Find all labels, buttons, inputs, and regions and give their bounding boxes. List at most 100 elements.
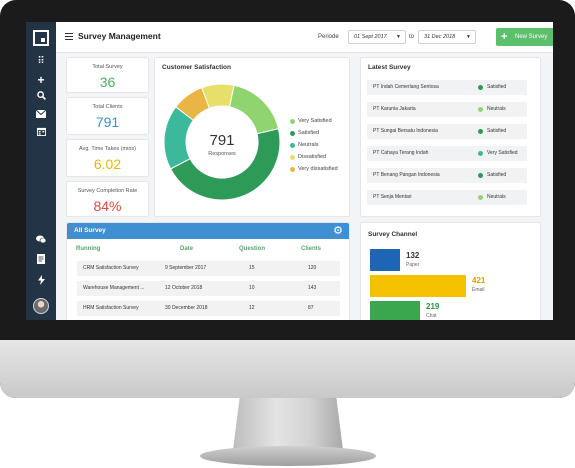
document-icon[interactable] [26,254,56,268]
survey-date: 9 September 2017 [165,265,207,271]
stat-card-total-clients: Total Clients 791 [66,97,149,135]
legend-label: Satisfied [298,130,320,136]
legend-dot [290,118,295,124]
mail-icon[interactable] [26,109,56,123]
channel-label: Paper [406,262,420,268]
stat-card-completion: Survey Completion Rate 84% [66,181,149,217]
company-name: PT Sungai Bersatu Indonesia [373,128,438,134]
survey-channel-card: Survey Channel 132 Paper 421 Email 219 C… [360,222,541,320]
latest-survey-row[interactable]: PT Senja Mentari Neutrals [367,190,527,205]
legend-label: Neutrals [298,142,319,148]
chevron-down-icon: ▼ [466,34,471,40]
donut-slice [228,84,280,135]
user-avatar[interactable] [33,298,49,314]
latest-survey-row[interactable]: PT Benang Pangan Indonesia Satisfied [367,168,527,183]
survey-name: HRM Satisfaction Survey [83,305,139,311]
channel-bar-email [370,275,466,297]
periode-label: Periode [318,34,339,40]
sidebar: ⠿ + [26,22,56,320]
app-logo-icon[interactable] [33,30,49,46]
new-survey-label: New Survey [515,34,548,40]
date-to-select[interactable]: 31 Dec 2018 ▼ [418,30,476,44]
latest-survey-row[interactable]: PT Cahaya Terang Indah Very Satisfied [367,146,527,161]
new-survey-button[interactable]: + New Survey [496,28,553,46]
status-label: Satisfied [487,128,507,134]
stat-card-total-survey: Total Survey 36 [66,57,149,93]
latest-survey-row[interactable]: PT Karunia Jakarta Neutrals [367,102,527,117]
channel-bar-paper [370,249,400,271]
legend-label: Dissatisfied [298,154,327,160]
status-label: Very Satisfied [487,150,518,156]
card-title: Survey Channel [368,231,418,238]
stat-card-avg-time: Avg. Time Takes (mins) 6.02 [66,139,149,177]
legend-dot [290,154,295,160]
stat-label: Total Survey [92,64,123,70]
gear-icon[interactable]: ⚙ [333,224,343,237]
legend-item: Satisfied [290,128,319,138]
channel-label: Chat [426,313,437,319]
company-name: PT Senja Mentari [373,194,412,200]
stat-label: Avg. Time Takes (mins) [79,146,136,152]
app-screen: ⠿ + Survey Management Periode 01 Sept 20… [26,22,553,320]
legend-dot [290,142,295,148]
company-name: PT Benang Pangan Indonesia [373,172,440,178]
customer-satisfaction-card: Customer Satisfaction 791 Responses Very… [154,57,350,217]
monitor-base [200,446,376,466]
all-survey-card: All Survey ⚙ Running Date Question Clien… [66,222,350,320]
legend-label: Very dissatisfied [298,166,338,172]
search-icon[interactable] [26,91,56,105]
status-label: Neutrals [487,106,506,112]
table-row[interactable]: HRM Satisfaction Survey 30 December 2018… [77,301,340,316]
monitor-mockup: ⠿ + Survey Management Periode 01 Sept 20… [0,0,575,468]
latest-survey-row[interactable]: PT Sungai Bersatu Indonesia Satisfied [367,124,527,139]
survey-clients: 143 [308,285,317,291]
channel-value: 219 [426,302,440,311]
survey-question: 10 [249,285,255,291]
card-title: Customer Satisfaction [162,64,231,71]
channel-bar-chat [370,301,420,320]
stat-label: Total Clients [92,104,123,110]
donut-center-value: 791 [209,132,234,149]
survey-question: 15 [249,265,255,271]
add-icon[interactable]: + [26,73,56,87]
table-row[interactable]: Warehouse Management ... 12 October 2018… [77,281,340,296]
monitor-stand [233,398,343,450]
legend-dot [290,166,295,172]
legend-item: Very Satisfied [290,116,332,126]
chat-icon[interactable] [26,235,56,249]
stat-value: 791 [95,114,120,130]
survey-name: Warehouse Management ... [83,285,145,291]
survey-date: 12 October 2018 [165,285,203,291]
all-survey-header: All Survey ⚙ [67,223,349,239]
latest-survey-row[interactable]: PT Indah Cemerlang Sentosa Satisfied [367,80,527,95]
stat-value: 84% [93,198,122,214]
survey-clients: 120 [308,265,317,271]
donut-center-label: Responses [208,151,236,157]
legend-item: Very dissatisfied [290,164,338,174]
column-header-running: Running [76,246,101,252]
apps-grid-icon[interactable]: ⠿ [26,55,56,69]
column-header-clients: Clients [301,246,322,252]
status-dot [478,107,483,112]
stat-value: 6.02 [93,156,122,172]
calendar-icon[interactable] [26,127,56,141]
status-dot [478,85,483,90]
survey-name: CRM Satisfaction Survey [83,265,139,271]
top-bar: Survey Management Periode 01 Sept 2017 ▼… [56,22,553,53]
company-name: PT Cahaya Terang Indah [373,150,429,156]
lightning-icon[interactable] [26,275,56,289]
status-label: Neutrals [487,194,506,200]
latest-survey-card: Latest Survey PT Indah Cemerlang Sentosa… [360,57,541,217]
status-dot [478,151,483,156]
card-title: All Survey [74,227,106,234]
legend-label: Very Satisfied [298,118,332,124]
menu-icon[interactable] [65,33,73,40]
table-row[interactable]: CRM Satisfaction Survey 9 September 2017… [77,261,340,276]
to-label: to [409,34,415,40]
date-from-value: 01 Sept 2017 [354,34,387,40]
card-title: Latest Survey [368,64,411,71]
survey-clients: 87 [308,305,314,311]
date-to-value: 31 Dec 2018 [424,34,456,40]
company-name: PT Indah Cemerlang Sentosa [373,84,439,90]
date-from-select[interactable]: 01 Sept 2017 ▼ [348,30,406,44]
